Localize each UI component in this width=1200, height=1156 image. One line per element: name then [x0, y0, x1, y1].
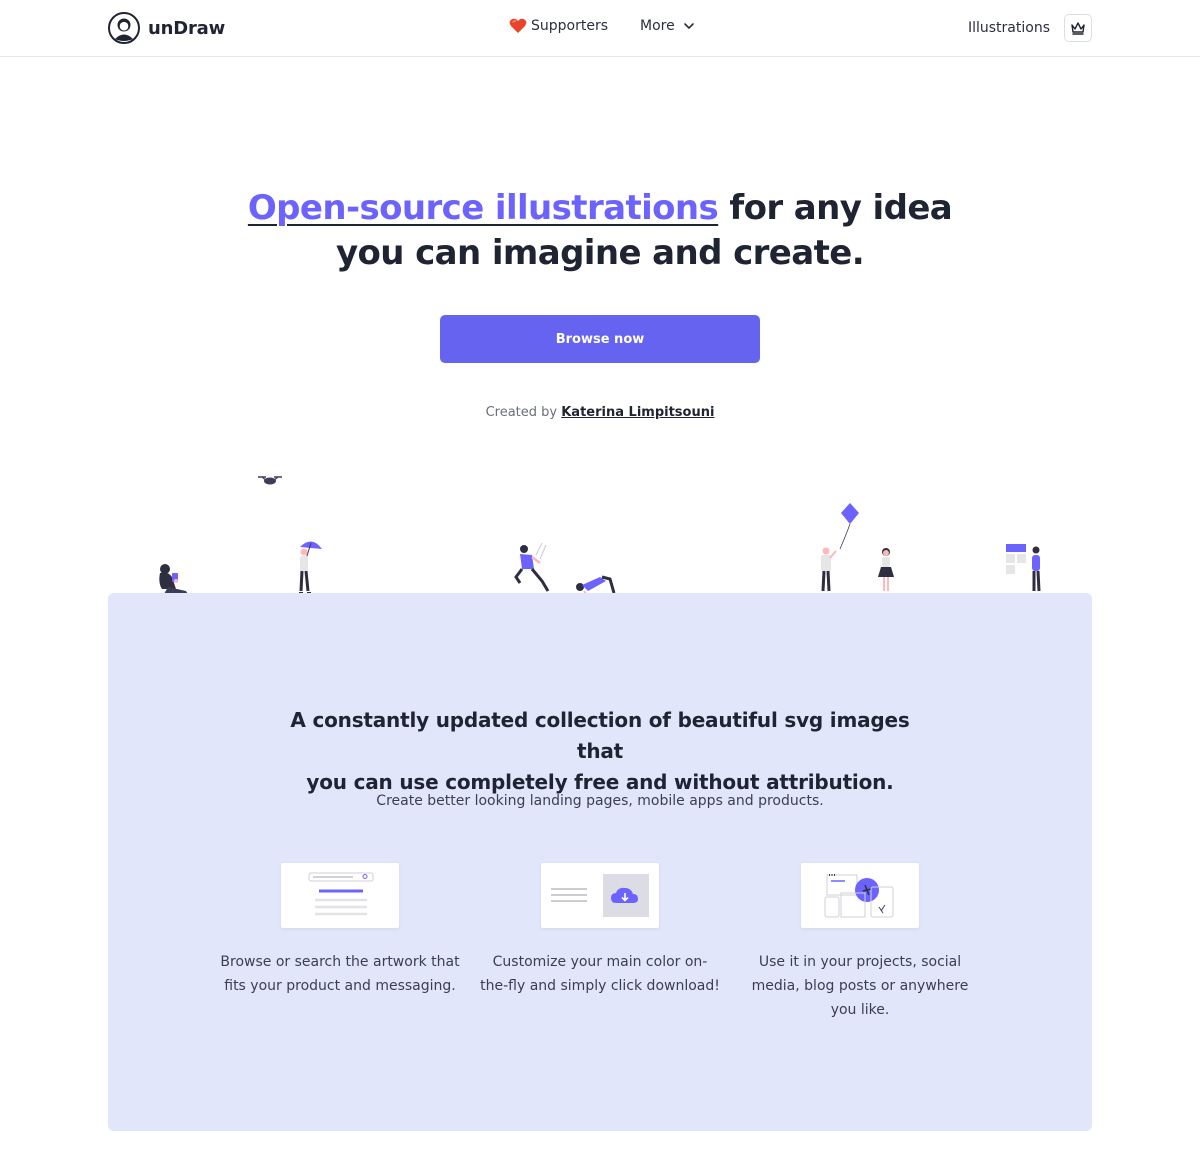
standing-woman-illustration-icon	[878, 548, 894, 591]
feature-browse-text: Browse or search the artwork that fits y…	[220, 954, 460, 994]
hero-title: Open-source illustrations for any idea y…	[200, 186, 1000, 276]
chevron-down-icon	[683, 23, 694, 29]
feature-customize-text: Customize your main color on-the-fly and…	[480, 954, 720, 994]
feature-browse: Browse or search the artwork that fits y…	[220, 863, 460, 998]
premium-button[interactable]	[1064, 14, 1092, 42]
creator-link[interactable]: Katerina Limpitsouni	[561, 405, 714, 420]
hero-title-line-1: Open-source illustrations for any idea	[200, 186, 1000, 231]
browse-now-button[interactable]: Browse now	[440, 315, 760, 363]
feature-customize: Customize your main color on-the-fly and…	[480, 863, 720, 998]
creator-credit: Created by Katerina Limpitsouni	[300, 405, 900, 420]
credit-prefix: Created by	[485, 405, 562, 420]
hero-title-rest: for any idea	[718, 188, 953, 228]
features-panel: A constantly updated collection of beaut…	[108, 593, 1092, 1131]
hero-illustrations	[108, 465, 1092, 595]
panel-title: A constantly updated collection of beaut…	[270, 705, 930, 798]
drone-illustration-icon	[258, 476, 282, 485]
panel-subtitle: Create better looking landing pages, mob…	[376, 793, 824, 809]
search-browse-icon	[281, 863, 399, 928]
header-actions: Illustrations	[968, 14, 1092, 42]
main-nav: Supporters More	[509, 18, 695, 34]
panel-title-line-1: A constantly updated collection of beaut…	[290, 708, 910, 763]
runner-illustration-icon	[514, 542, 550, 592]
devices-icon	[801, 863, 919, 928]
kite-flyer-illustration-icon	[821, 547, 837, 592]
sitting-person-illustration-icon	[159, 564, 188, 594]
crown-icon	[1071, 22, 1085, 35]
heart-icon	[509, 18, 527, 33]
nav-more-label: More	[640, 18, 675, 34]
nav-illustrations[interactable]: Illustrations	[968, 20, 1050, 36]
site-header: unDraw Supporters More Illustrations	[0, 0, 1200, 57]
kite-illustration-icon	[839, 503, 859, 550]
exercise-person-illustration-icon	[576, 575, 616, 595]
brand-name: unDraw	[148, 17, 226, 39]
undraw-logo-icon	[108, 12, 140, 44]
hero-highlight-link[interactable]: Open-source illustrations	[248, 188, 719, 228]
feature-use-text: Use it in your projects, social media, b…	[751, 954, 969, 1018]
nav-more-dropdown[interactable]: More	[640, 18, 695, 34]
nav-supporters[interactable]: Supporters	[509, 18, 608, 34]
nav-supporters-label: Supporters	[531, 18, 609, 34]
cloud-download-icon	[541, 863, 659, 928]
layout-board-illustration-icon	[1006, 544, 1041, 592]
hero-title-line-2: you can imagine and create.	[335, 233, 865, 273]
feature-use: Use it in your projects, social media, b…	[740, 863, 980, 1022]
brand-logo-link[interactable]: unDraw	[108, 12, 225, 44]
umbrella-person-illustration-icon	[299, 541, 322, 594]
